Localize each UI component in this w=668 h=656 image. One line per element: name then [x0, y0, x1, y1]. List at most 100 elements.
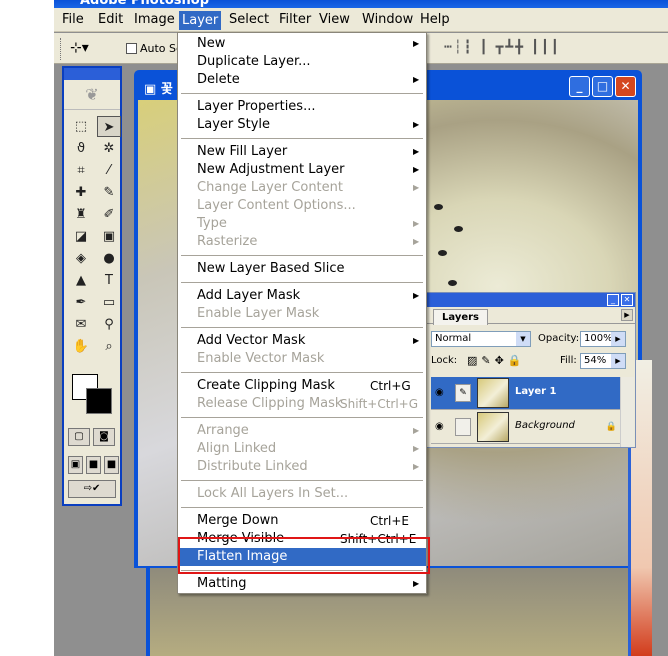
jump-to-imageready-icon[interactable]: ⇨✔: [68, 480, 116, 498]
menu-item-add-layer-mask[interactable]: Add Layer Mask ▶: [178, 287, 426, 305]
menu-item-layer-properties[interactable]: Layer Properties...: [178, 98, 426, 116]
menu-item-label: Arrange: [197, 423, 249, 438]
healing-brush-icon[interactable]: ✚: [69, 182, 93, 203]
blur-tool-icon[interactable]: ◈: [69, 248, 93, 269]
opacity-field[interactable]: 100% ▶: [580, 331, 626, 347]
quick-mask-icon[interactable]: ◙: [93, 428, 115, 446]
menu-filter[interactable]: Filter: [279, 12, 311, 27]
menu-item-new[interactable]: New ▶: [178, 35, 426, 53]
menu-item-shortcut: Ctrl+E: [370, 514, 409, 528]
menu-item-create-clipping-mask[interactable]: Create Clipping Mask Ctrl+G: [178, 377, 426, 395]
menu-item-distribute-linked: Distribute Linked ▶: [178, 458, 426, 476]
clone-stamp-icon[interactable]: ♜: [69, 204, 93, 225]
zoom-tool-icon[interactable]: ⌕: [97, 336, 121, 357]
auto-select-checkbox[interactable]: [126, 43, 137, 54]
notes-tool-icon[interactable]: ✉: [69, 314, 93, 335]
menu-help[interactable]: Help: [420, 12, 450, 27]
blend-mode-select[interactable]: Normal ▼: [431, 331, 531, 347]
screen-mode-1-icon[interactable]: ▣: [68, 456, 83, 474]
menu-item-duplicate-layer[interactable]: Duplicate Layer...: [178, 53, 426, 71]
menu-separator: [181, 93, 423, 94]
background-color-swatch[interactable]: [86, 388, 112, 414]
screen-mode-3-icon[interactable]: ■: [104, 456, 119, 474]
tab-layers[interactable]: Layers: [433, 309, 488, 325]
palette-close-icon[interactable]: ✕: [621, 294, 633, 306]
submenu-arrow-icon: ▶: [413, 75, 420, 84]
menu-bar: File Edit Image Layer Select Filter View…: [54, 8, 668, 32]
brush-tool-icon[interactable]: ✎: [97, 182, 121, 203]
menu-select[interactable]: Select: [229, 12, 269, 27]
palette-menu-icon[interactable]: ▶: [621, 309, 633, 321]
menu-separator: [181, 282, 423, 283]
lock-label: Lock:: [431, 355, 458, 366]
submenu-arrow-icon: ▶: [413, 219, 420, 228]
fill-value: 54%: [584, 355, 607, 366]
eye-icon[interactable]: ◉: [435, 387, 444, 398]
layer-row[interactable]: ◉ Background 🔒: [431, 411, 621, 444]
submenu-arrow-icon: ▶: [413, 336, 420, 345]
close-icon[interactable]: ✕: [615, 76, 636, 97]
brush-icon[interactable]: ✎: [455, 384, 471, 402]
menu-item-merge-down[interactable]: Merge Down Ctrl+E: [178, 512, 426, 530]
menu-window[interactable]: Window: [362, 12, 413, 27]
move-tool-icon[interactable]: ⊹▾: [70, 40, 89, 56]
type-tool-icon[interactable]: T: [97, 270, 121, 291]
menu-item-enable-layer-mask: Enable Layer Mask: [178, 305, 426, 323]
standard-mode-icon[interactable]: ▢: [68, 428, 90, 446]
slice-tool-icon[interactable]: ⁄: [97, 160, 121, 181]
opacity-value: 100%: [584, 333, 613, 344]
palette-scrollbar[interactable]: [620, 377, 634, 447]
screen-mode-2-icon[interactable]: ■: [86, 456, 101, 474]
path-selection-icon[interactable]: ▲: [69, 270, 93, 291]
hand-tool-icon[interactable]: ✋: [69, 336, 93, 357]
shape-tool-icon[interactable]: ▭: [97, 292, 121, 313]
link-slot-icon[interactable]: [455, 418, 471, 436]
maximize-icon[interactable]: □: [592, 76, 613, 97]
minimize-icon[interactable]: _: [569, 76, 590, 97]
menu-item-label: New: [197, 36, 226, 51]
document-title-text: 꽃: [160, 82, 173, 97]
menu-file[interactable]: File: [62, 12, 84, 27]
menu-separator: [181, 255, 423, 256]
gradient-tool-icon[interactable]: ▣: [97, 226, 121, 247]
menu-item-new-adjustment-layer[interactable]: New Adjustment Layer ▶: [178, 161, 426, 179]
palette-titlebar[interactable]: _ ✕: [427, 293, 635, 307]
menu-item-delete[interactable]: Delete ▶: [178, 71, 426, 89]
options-grip[interactable]: [60, 38, 63, 60]
eraser-tool-icon[interactable]: ◪: [69, 226, 93, 247]
magic-wand-icon[interactable]: ✲: [97, 138, 121, 159]
menu-item-layer-style[interactable]: Layer Style ▶: [178, 116, 426, 134]
eyedropper-icon[interactable]: ⚲: [97, 314, 121, 335]
pen-tool-icon[interactable]: ✒: [69, 292, 93, 313]
menu-item-new-fill-layer[interactable]: New Fill Layer ▶: [178, 143, 426, 161]
menu-item-add-vector-mask[interactable]: Add Vector Mask ▶: [178, 332, 426, 350]
menu-item-label: Enable Vector Mask: [197, 351, 325, 366]
menu-item-release-clipping-mask: Release Clipping Mask Shift+Ctrl+G: [178, 395, 426, 413]
menu-view[interactable]: View: [319, 12, 350, 27]
feather-logo-icon: ❦: [64, 80, 120, 110]
menu-edit[interactable]: Edit: [98, 12, 123, 27]
menu-item-label: Type: [197, 216, 227, 231]
menu-separator: [181, 372, 423, 373]
menu-item-new-layer-based-slice[interactable]: New Layer Based Slice: [178, 260, 426, 278]
history-brush-icon[interactable]: ✐: [97, 204, 121, 225]
fill-field[interactable]: 54% ▶: [580, 353, 626, 369]
lock-options-icon[interactable]: ▨✎✥🔒: [467, 354, 526, 367]
submenu-arrow-icon: ▶: [413, 426, 420, 435]
layer-row[interactable]: ◉ ✎ Layer 1: [431, 377, 621, 410]
crop-tool-icon[interactable]: ⌗: [69, 160, 93, 181]
menu-item-matting[interactable]: Matting ▶: [178, 575, 426, 593]
align-buttons-icon[interactable]: ┅┆┇ ┃ ┳┻╋ ┃┃┃: [444, 40, 561, 55]
lasso-tool-icon[interactable]: ϑ: [69, 138, 93, 159]
menu-layer[interactable]: Layer: [179, 11, 222, 30]
menu-image[interactable]: Image: [134, 12, 175, 27]
toolbox-titlebar[interactable]: [64, 68, 120, 80]
eye-icon[interactable]: ◉: [435, 421, 444, 432]
menu-item-label: Release Clipping Mask: [197, 396, 343, 411]
dodge-tool-icon[interactable]: ●: [97, 248, 121, 269]
marquee-tool-icon[interactable]: ⬚: [69, 116, 93, 137]
menu-item-label: Enable Layer Mask: [197, 306, 320, 321]
move-tool-icon[interactable]: ➤: [97, 116, 121, 137]
palette-minimize-icon[interactable]: _: [607, 294, 619, 306]
menu-item-label: New Fill Layer: [197, 144, 288, 159]
